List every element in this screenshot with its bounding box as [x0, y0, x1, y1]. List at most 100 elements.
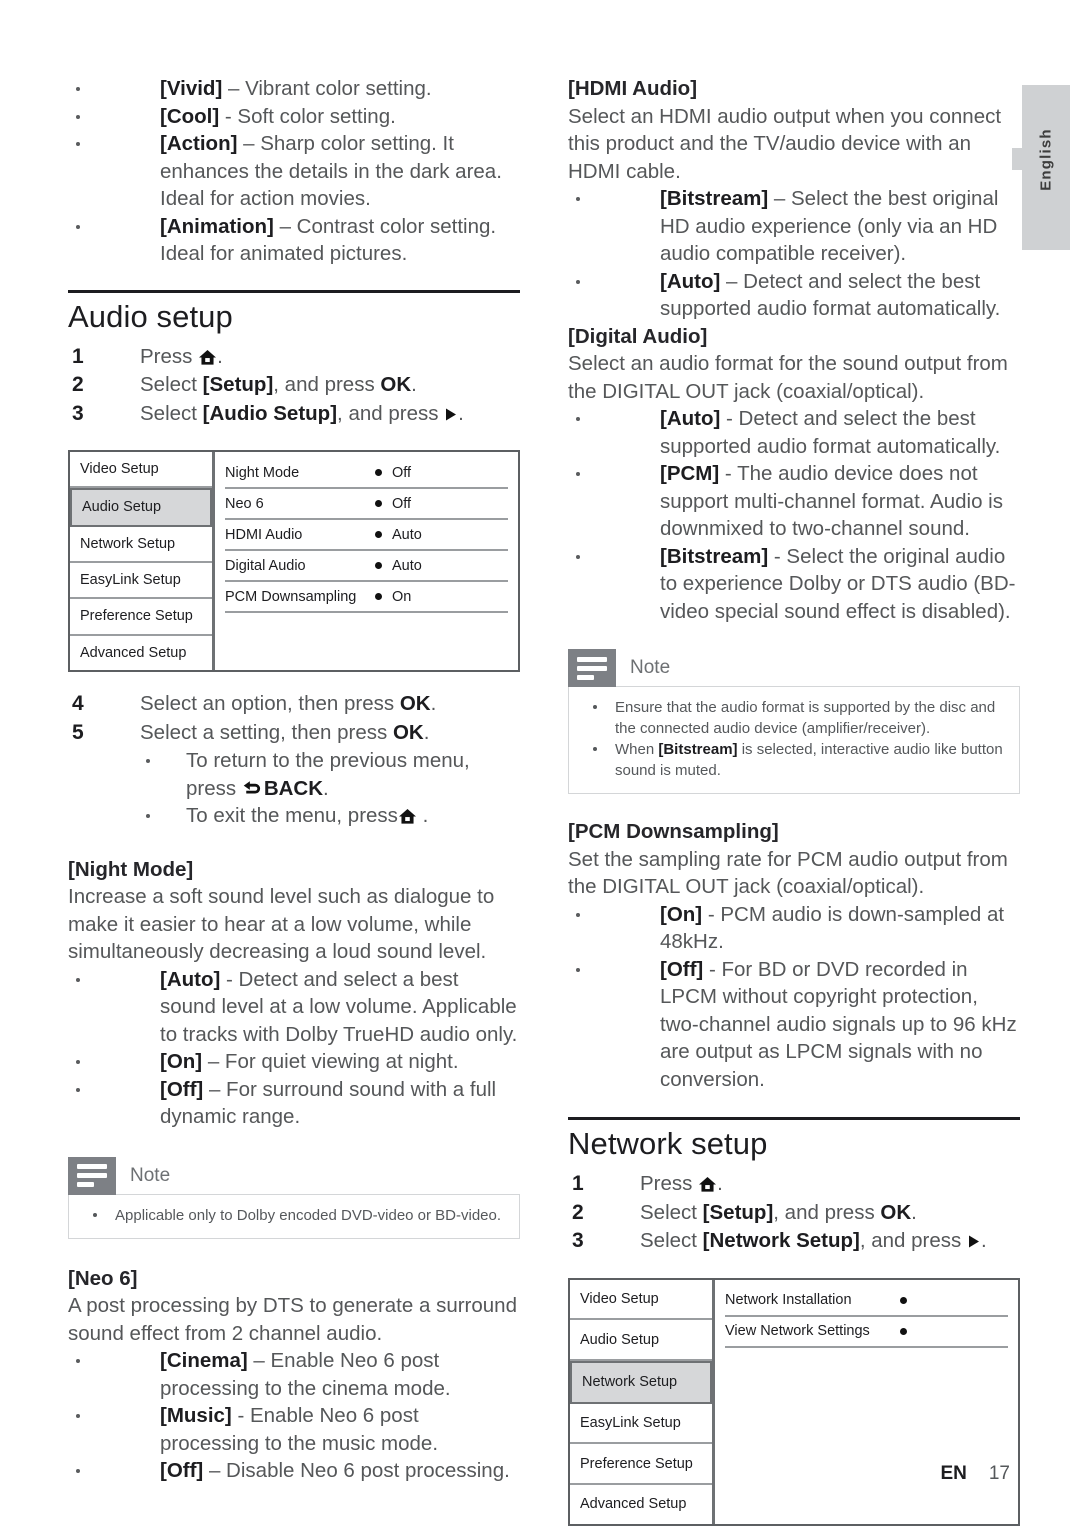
menu-category-list: Video Setup Audio Setup Network Setup EasyL…	[70, 452, 215, 670]
substep-text: .	[323, 776, 329, 800]
substep-text: .	[416, 804, 429, 827]
bullet-item: [Off] - For BD or DVD recorded in LPCM w…	[568, 956, 1020, 1094]
bullet-term: [Bitstream]	[660, 544, 769, 568]
menu-category-network-setup[interactable]: Network Setup	[70, 527, 212, 563]
step-token: [Audio Setup]	[202, 401, 338, 425]
menu-option-bullet-icon	[375, 531, 382, 538]
home-icon	[398, 808, 416, 824]
menu-option-row[interactable]: Digital Audio Auto	[225, 551, 508, 582]
step-text: .	[717, 1172, 723, 1195]
network-setup-heading: Network setup	[568, 1126, 768, 1161]
menu-category-audio-setup[interactable]: Audio Setup	[570, 1320, 712, 1361]
step-token: [Setup]	[702, 1200, 774, 1224]
menu-category-easylink-setup[interactable]: EasyLink Setup	[570, 1404, 712, 1445]
note-item-list: Ensure that the audio format is supporte…	[583, 697, 1005, 781]
menu-option-label: Network Installation	[725, 1292, 852, 1308]
menu-option-row[interactable]: View Network Settings	[725, 1317, 1008, 1348]
bullet-text: - Soft color setting.	[219, 104, 396, 128]
menu-option-value: Off	[392, 495, 412, 512]
menu-option-bullet-icon	[375, 500, 382, 507]
step-item: 5 Select a setting, then press OK.	[68, 719, 520, 748]
page-footer: EN 17	[0, 1463, 1080, 1485]
step-text: Select	[640, 1200, 703, 1224]
step-text: .	[411, 373, 417, 396]
menu-option-label: Night Mode	[225, 464, 300, 481]
left-column: [Vivid] – Vibrant color setting. [Cool] -…	[68, 75, 520, 1485]
step-item: 1 Press .	[568, 1170, 1020, 1199]
bullet-term: [Bitstream]	[660, 187, 769, 210]
note-icon	[568, 649, 616, 687]
bullet-text: – For quiet viewing at night.	[202, 1050, 459, 1073]
audio-setup-steps: 1 Press . 2 Select [Setup], and press OK. 3 S…	[68, 343, 520, 429]
menu-option-row[interactable]: PCM Downsampling On	[225, 582, 508, 613]
note-title: Note	[630, 657, 671, 678]
step-text: , and press	[773, 1200, 881, 1224]
bullet-term: [On]	[160, 1050, 203, 1073]
step-key: OK	[880, 1200, 912, 1224]
menu-option-row[interactable]: Night Mode Off	[225, 458, 508, 489]
step-text: Select	[140, 401, 203, 425]
bullet-item: [Cinema] – Enable Neo 6 post processing …	[68, 1347, 520, 1402]
menu-category-network-setup[interactable]: Network Setup	[570, 1360, 712, 1404]
network-setup-section: Network setup	[568, 1117, 1020, 1162]
bullet-item: [Bitstream] – Select the best original H…	[568, 185, 1020, 268]
bullet-term: [Cinema]	[160, 1349, 248, 1372]
night-mode-heading: [Night Mode]	[68, 857, 194, 881]
digital-audio-heading: [Digital Audio]	[568, 324, 708, 348]
substep-item: To return to the previous menu, press BA…	[68, 747, 520, 802]
menu-category-easylink-setup[interactable]: EasyLink Setup	[70, 563, 212, 600]
step-text: .	[430, 692, 437, 715]
bullet-term: [Off]	[160, 1077, 204, 1101]
menu-category-advanced-setup[interactable]: Advanced Setup	[570, 1485, 712, 1524]
bullet-item: [Off] – For surround sound with a full d…	[68, 1076, 520, 1131]
menu-option-value: Auto	[392, 526, 422, 543]
substep-text: To exit the menu, press	[186, 804, 398, 827]
menu-category-audio-setup[interactable]: Audio Setup	[70, 488, 212, 527]
bullet-item: [Auto] - Detect and select a best sound …	[68, 966, 520, 1049]
bullet-item: [Music] - Enable Neo 6 post processing t…	[68, 1402, 520, 1457]
manual-page: English [Vivid] – Vibrant color setting.…	[0, 0, 1080, 1529]
right-column: [HDMI Audio] Select an HDMI audio output…	[568, 75, 1020, 1526]
menu-option-list: Night Mode Off Neo 6 Off HDMI Audio Auto Digit…	[215, 452, 518, 670]
video-preset-bullet-list: [Vivid] – Vibrant color setting. [Cool] -…	[68, 75, 520, 268]
menu-category-preference-setup[interactable]: Preference Setup	[70, 599, 212, 636]
bullet-item: [Cool] - Soft color setting.	[68, 103, 520, 131]
step-item: 3 Select [Audio Setup], and press .	[68, 400, 520, 429]
night-mode-note: Note Applicable only to Dolby encoded DV…	[68, 1156, 520, 1239]
note-text: When	[615, 741, 659, 758]
step-text: .	[423, 720, 430, 744]
step-text: Select a setting, then press	[140, 720, 393, 744]
menu-option-row[interactable]: Neo 6 Off	[225, 489, 508, 520]
step-number: 1	[572, 1172, 584, 1195]
step-item: 2 Select [Setup], and press OK.	[568, 1199, 1020, 1228]
menu-category-advanced-setup[interactable]: Advanced Setup	[70, 636, 212, 670]
note-token: [Bitstream]	[658, 741, 738, 758]
audio-setup-substeps: To return to the previous menu, press BA…	[68, 747, 520, 830]
night-mode-body: Increase a soft sound level such as dial…	[68, 885, 495, 963]
menu-category-video-setup[interactable]: Video Setup	[70, 452, 212, 489]
bullet-text: – Vibrant color setting.	[222, 77, 432, 100]
menu-option-label: PCM Downsampling	[225, 588, 357, 605]
menu-option-row[interactable]: Network Installation	[725, 1286, 1008, 1317]
bullet-term: [PCM]	[660, 462, 720, 485]
bullet-term: [Animation]	[160, 214, 274, 238]
note-body: Ensure that the audio format is supporte…	[568, 686, 1020, 794]
bullet-term: [Auto]	[660, 407, 721, 430]
step-text: Select	[140, 373, 203, 396]
bullet-item: [Auto] - Detect and select the best supp…	[568, 405, 1020, 460]
bullet-item: [On] – For quiet viewing at night.	[68, 1048, 520, 1076]
bullet-item: [On] - PCM audio is down-sampled at 48kH…	[568, 901, 1020, 956]
digital-audio-block: [Digital Audio] Select an audio format f…	[568, 323, 1020, 626]
menu-category-list: Video Setup Audio Setup Network Setup EasyL…	[570, 1279, 715, 1524]
note-text: Applicable only to Dolby encoded DVD-vid…	[115, 1206, 502, 1224]
bullet-item: [Auto] – Detect and select the best supp…	[568, 268, 1020, 323]
menu-option-row[interactable]: HDMI Audio Auto	[225, 520, 508, 551]
bullet-term: [On]	[660, 902, 703, 926]
step-number: 2	[572, 1200, 584, 1224]
step-text: Press	[140, 344, 199, 368]
bullet-text: – For surround sound with a full dynamic…	[160, 1077, 497, 1129]
menu-category-video-setup[interactable]: Video Setup	[570, 1280, 712, 1321]
note-text: Ensure that the audio format is supporte…	[615, 699, 996, 737]
hdmi-audio-block: [HDMI Audio] Select an HDMI audio output…	[568, 75, 1020, 323]
note-title: Note	[130, 1164, 171, 1186]
